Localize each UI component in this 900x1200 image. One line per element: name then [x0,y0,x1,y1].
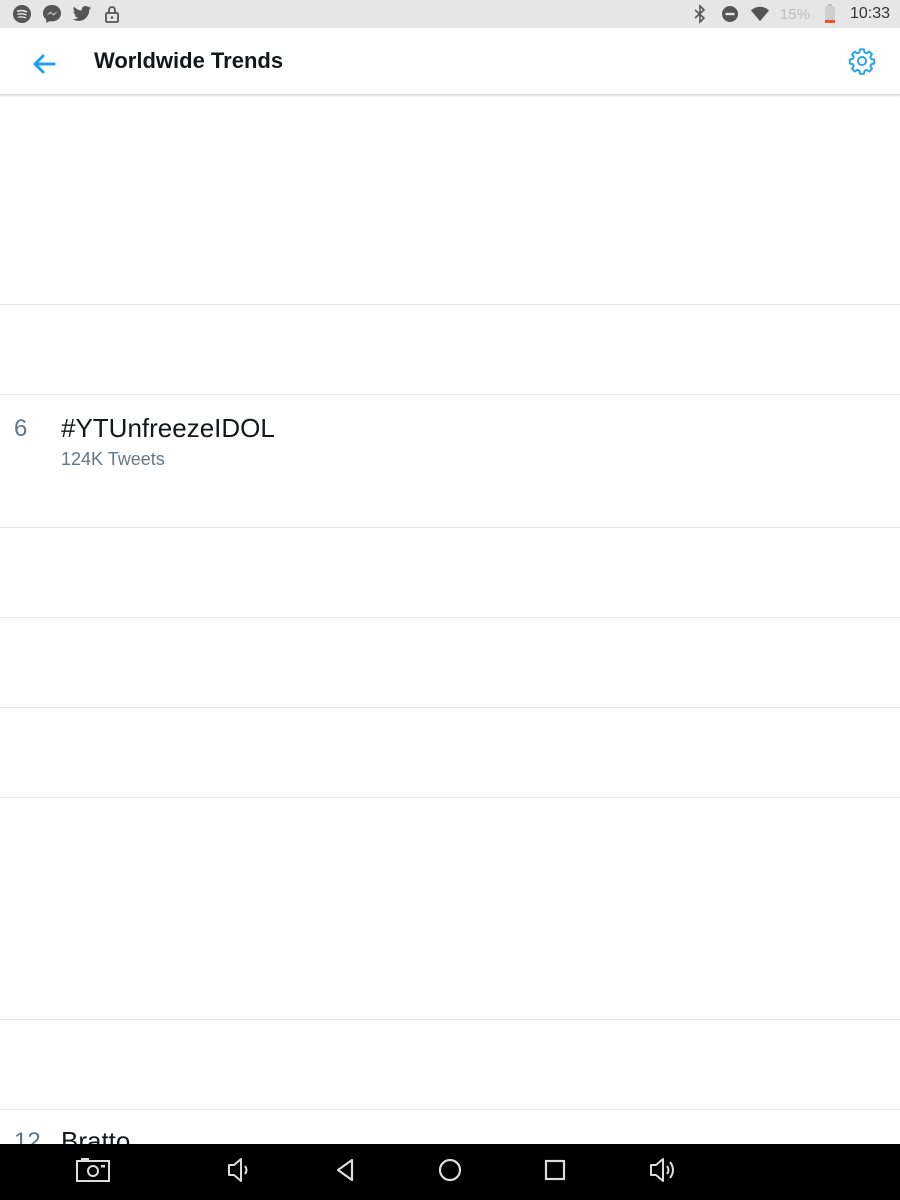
screenshot-icon [75,1157,111,1188]
back-nav-button[interactable] [327,1156,363,1188]
wifi-icon [750,4,770,24]
trend-rank: 6 [14,415,28,442]
trend-name: #YTUnfreezeIDOL [61,413,275,443]
volume-down-icon [223,1156,251,1189]
trend-row[interactable]: 12 Bratto [0,1110,900,1144]
app-bar: Worldwide Trends [0,28,900,95]
recents-button[interactable] [537,1156,573,1188]
volume-up-button[interactable] [644,1156,680,1188]
back-button[interactable] [28,48,60,80]
trend-row-empty[interactable] [0,95,900,305]
gear-icon [848,48,876,79]
recents-icon [543,1158,567,1187]
volume-down-button[interactable] [219,1156,255,1188]
messenger-icon [42,4,62,24]
spotify-icon [12,4,32,24]
trend-name: Bratto [61,1126,131,1144]
volume-up-icon [647,1156,677,1189]
twitter-icon [72,4,92,24]
status-bar-left [12,4,122,24]
battery-percent: 15% [779,5,810,23]
page-title: Worldwide Trends [94,48,284,73]
back-icon [332,1157,358,1188]
trend-row-empty[interactable] [0,708,900,798]
status-bar-right: 15% 10:33 [690,4,890,24]
trend-tweet-count: 124K Tweets [61,449,165,469]
home-button[interactable] [432,1156,468,1188]
status-bar: 15% 10:33 [0,0,900,28]
battery-icon [820,4,840,24]
trend-row[interactable]: 6 #YTUnfreezeIDOL 124K Tweets [0,395,900,528]
trend-row-empty[interactable] [0,798,900,1020]
lock-icon [102,4,122,24]
trend-row-empty[interactable] [0,528,900,618]
trend-row-empty[interactable] [0,1020,900,1110]
bluetooth-icon [690,4,710,24]
trend-rank: 12 [14,1128,41,1144]
screenshot-button[interactable] [75,1156,111,1188]
do-not-disturb-icon [720,4,740,24]
status-time: 10:33 [849,5,890,22]
home-icon [437,1157,463,1188]
trend-list: 6 #YTUnfreezeIDOL 124K Tweets 12 Bratto [0,95,900,1144]
trend-row-empty[interactable] [0,618,900,708]
navigation-bar [0,1144,900,1200]
trend-row-empty[interactable] [0,305,900,395]
settings-button[interactable] [848,47,876,75]
arrow-left-icon [28,54,60,84]
